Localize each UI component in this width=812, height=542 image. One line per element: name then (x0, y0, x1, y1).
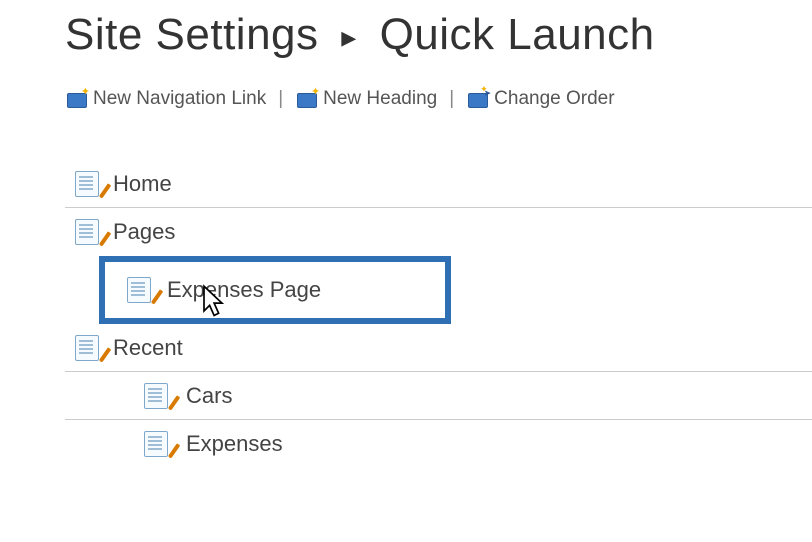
toolbar-separator: | (278, 88, 283, 110)
nav-item-home[interactable]: Home (65, 160, 812, 208)
edit-item-icon[interactable] (65, 335, 113, 361)
nav-item-recent[interactable]: Recent (65, 324, 812, 372)
change-order-label: Change Order (494, 88, 614, 110)
nav-item-expenses[interactable]: Expenses (65, 420, 812, 468)
nav-item-label: Home (113, 171, 172, 197)
breadcrumb-parent[interactable]: Site Settings (65, 10, 319, 59)
nav-item-expenses-page[interactable]: Expenses Page (105, 262, 445, 318)
toolbar: New Navigation Link | New Heading | ✦ Ch… (65, 88, 812, 110)
breadcrumb-separator-icon: ▸ (341, 20, 357, 55)
toolbar-separator: | (449, 88, 454, 110)
edit-item-icon[interactable] (130, 431, 186, 457)
edit-item-icon[interactable] (130, 383, 186, 409)
edit-item-icon[interactable] (115, 277, 167, 303)
nav-item-label: Expenses (186, 431, 283, 457)
change-order-link[interactable]: ✦ Change Order (466, 88, 614, 110)
nav-item-label: Cars (186, 383, 232, 409)
nav-item-label: Expenses Page (167, 277, 321, 303)
new-heading-label: New Heading (323, 88, 437, 110)
edit-item-icon[interactable] (65, 171, 113, 197)
nav-item-label: Recent (113, 335, 183, 361)
nav-item-pages[interactable]: Pages (65, 208, 812, 256)
new-navigation-link[interactable]: New Navigation Link (65, 88, 266, 110)
new-link-icon (65, 90, 87, 108)
nav-item-label: Pages (113, 219, 175, 245)
quick-launch-list: Home Pages Expenses Page Recent (65, 160, 812, 468)
nav-item-expenses-page-highlight: Expenses Page (99, 256, 451, 324)
page-title: Site Settings ▸ Quick Launch (65, 10, 812, 60)
new-heading-link[interactable]: New Heading (295, 88, 437, 110)
new-navigation-link-label: New Navigation Link (93, 88, 266, 110)
breadcrumb-current: Quick Launch (380, 10, 655, 59)
edit-item-icon[interactable] (65, 219, 113, 245)
nav-item-cars[interactable]: Cars (65, 372, 812, 420)
new-heading-icon (295, 90, 317, 108)
change-order-icon: ✦ (466, 90, 488, 108)
